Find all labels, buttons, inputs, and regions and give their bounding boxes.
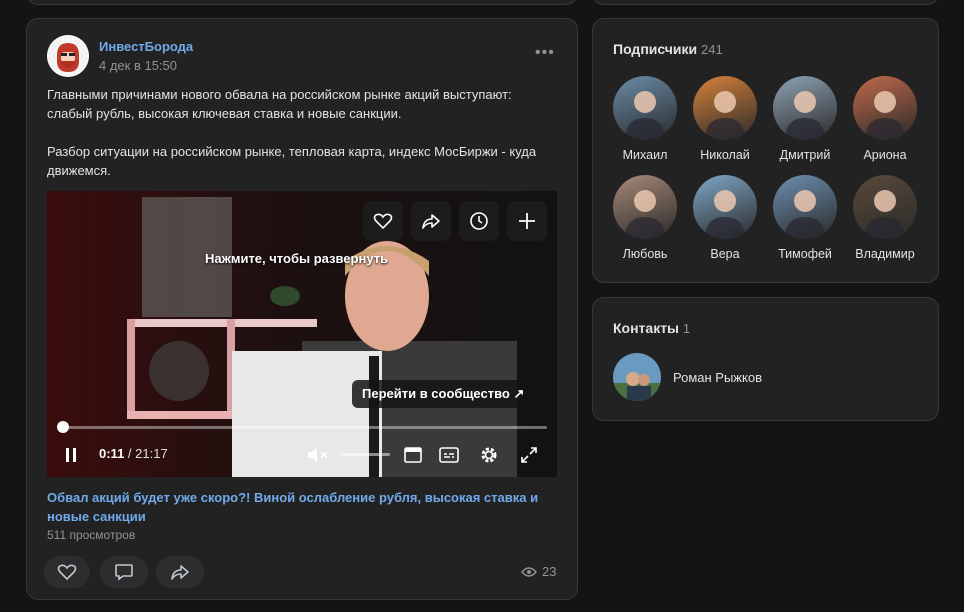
- post-card: ИнвестБорода 4 дек в 15:50 ••• Главными …: [26, 18, 578, 600]
- comment-icon: [115, 564, 133, 581]
- author-avatar[interactable]: [47, 35, 89, 77]
- subscriber-avatar[interactable]: [613, 175, 677, 239]
- subscriber-item[interactable]: Николай: [685, 76, 765, 162]
- contact-name[interactable]: Роман Рыжков: [673, 370, 762, 385]
- clock-icon: [470, 212, 488, 230]
- settings-button[interactable]: [478, 445, 500, 465]
- share-button[interactable]: [156, 556, 204, 588]
- go-to-community-label: Перейти в сообщество ↗: [362, 386, 525, 401]
- subtitles-button[interactable]: [438, 445, 460, 465]
- subscriber-avatar[interactable]: [773, 76, 837, 140]
- more-options-icon[interactable]: •••: [535, 44, 555, 62]
- previous-side-card-stub: [592, 0, 939, 5]
- share-icon: [422, 214, 440, 229]
- video-progress-bar[interactable]: [62, 426, 547, 429]
- view-count: 23: [542, 564, 557, 579]
- contacts-count: 1: [682, 321, 691, 336]
- pause-button[interactable]: [61, 445, 81, 465]
- mini-player-button[interactable]: [403, 445, 423, 465]
- add-video-button[interactable]: [507, 201, 547, 241]
- share-icon: [171, 565, 189, 580]
- contacts-card: Контакты 1 Роман Рыжков: [592, 297, 939, 421]
- mute-button[interactable]: [305, 445, 333, 465]
- subscriber-name[interactable]: Ариона: [845, 148, 925, 162]
- subscribers-count: 241: [701, 42, 723, 57]
- subscriber-name[interactable]: Тимофей: [765, 247, 845, 261]
- progress-knob[interactable]: [57, 421, 69, 433]
- subscriber-avatar[interactable]: [853, 175, 917, 239]
- subscriber-name[interactable]: Любовь: [605, 247, 685, 261]
- author-name[interactable]: ИнвестБорода: [99, 39, 193, 54]
- like-video-button[interactable]: [363, 201, 403, 241]
- subscriber-avatar[interactable]: [773, 175, 837, 239]
- post-text: Главными причинами нового обвала на росс…: [47, 85, 557, 199]
- share-video-button[interactable]: [411, 201, 451, 241]
- subscriber-name[interactable]: Михаил: [605, 148, 685, 162]
- window-icon: [404, 447, 422, 463]
- time-separator: /: [124, 446, 136, 461]
- go-to-community-button[interactable]: Перейти в сообщество ↗: [352, 380, 535, 408]
- subscriber-name[interactable]: Дмитрий: [765, 148, 845, 162]
- subscriber-avatar[interactable]: [853, 76, 917, 140]
- comment-button[interactable]: [100, 556, 148, 588]
- subscriber-avatar[interactable]: [693, 175, 757, 239]
- plus-icon: [519, 213, 535, 229]
- heart-icon: [373, 213, 393, 230]
- heart-icon: [57, 564, 77, 581]
- subscriber-avatar[interactable]: [693, 76, 757, 140]
- video-player[interactable]: Нажмите, чтобы развернуть Перейти в сооб…: [47, 191, 557, 477]
- gear-icon: [481, 447, 497, 463]
- fullscreen-button[interactable]: [519, 445, 539, 465]
- subscriber-item[interactable]: Ариона: [845, 76, 925, 162]
- view-counter: 23: [521, 564, 556, 579]
- fullscreen-icon: [521, 447, 537, 463]
- expand-hint[interactable]: Нажмите, чтобы развернуть: [205, 251, 388, 266]
- subscriber-item[interactable]: Тимофей: [765, 175, 845, 261]
- time-current: 0:11: [99, 446, 125, 461]
- video-time: 0:11 / 21:17: [99, 446, 168, 461]
- like-button[interactable]: [44, 556, 90, 588]
- subscribers-header[interactable]: Подписчики 241: [613, 41, 723, 57]
- eye-icon: [521, 566, 537, 577]
- subtitles-icon: [439, 447, 459, 463]
- post-text-paragraph: Главными причинами нового обвала на росс…: [47, 87, 512, 121]
- subscriber-item[interactable]: Вера: [685, 175, 765, 261]
- contacts-header: Контакты 1: [613, 320, 690, 336]
- post-text-paragraph: Разбор ситуации на российском рынке, теп…: [47, 144, 537, 178]
- subscriber-name[interactable]: Николай: [685, 148, 765, 162]
- pause-icon: [66, 448, 76, 462]
- subscriber-item[interactable]: Михаил: [605, 76, 685, 162]
- post-date[interactable]: 4 дек в 15:50: [99, 58, 177, 73]
- contact-avatar[interactable]: [613, 353, 661, 401]
- subscribers-card: Подписчики 241 Михаил Николай Дмитрий Арион…: [592, 18, 939, 283]
- contacts-title: Контакты: [613, 320, 680, 336]
- watch-later-button[interactable]: [459, 201, 499, 241]
- subscribers-title: Подписчики: [613, 41, 698, 57]
- time-total: 21:17: [135, 446, 168, 461]
- subscriber-item[interactable]: Дмитрий: [765, 76, 845, 162]
- volume-muted-icon: [308, 448, 328, 462]
- subscriber-item[interactable]: Владимир: [845, 175, 925, 261]
- video-title-link[interactable]: Обвал акций будет уже скоро?! Виной осла…: [47, 488, 557, 526]
- volume-slider[interactable]: [340, 453, 390, 456]
- video-views: 511 просмотров: [47, 528, 136, 542]
- previous-card-stub: [26, 0, 578, 5]
- subscriber-name[interactable]: Вера: [685, 247, 765, 261]
- subscriber-item[interactable]: Любовь: [605, 175, 685, 261]
- subscriber-name[interactable]: Владимир: [845, 247, 925, 261]
- subscriber-avatar[interactable]: [613, 76, 677, 140]
